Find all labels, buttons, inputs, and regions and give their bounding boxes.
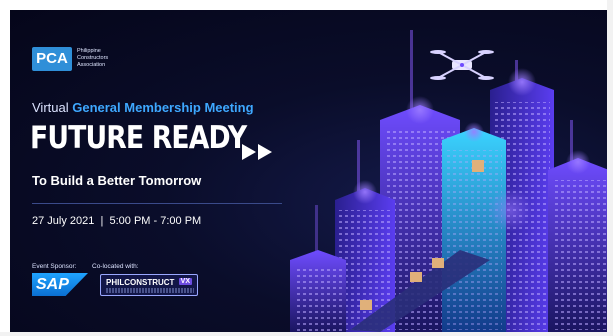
datetime-separator: | [100,215,104,227]
event-datetime: 27 July 2021 | 5:00 PM - 7:00 PM [32,215,201,227]
philconstruct-fineprint [106,288,194,293]
event-tagline: To Build a Better Tomorrow [32,173,202,188]
event-date: 27 July 2021 [32,215,95,227]
divider [32,203,282,204]
drone-icon [430,50,494,80]
philconstruct-name: PHILCONSTRUCT [106,278,175,287]
sap-logo: SAP [32,273,88,296]
event-time: 5:00 PM - 7:00 PM [109,215,202,227]
event-prefix: Virtual [32,100,73,115]
event-banner: PCA Philippine Constructors Association … [10,10,609,332]
organization-name: Philippine Constructors Association [77,48,147,69]
philconstruct-badge: VX [178,278,192,285]
frame-margin-bottom [0,332,613,336]
sponsor-label: Event Sponsor: [32,263,77,270]
frame-margin-right [607,0,613,336]
organization-name-line-1: Philippine [77,48,101,54]
pca-logo: PCA [32,47,72,71]
organization-name-line-3: Association [77,62,106,68]
event-name: General Membership Meeting [72,100,254,115]
colocated-label: Co-located with: [92,263,139,270]
philconstruct-logo: PHILCONSTRUCT VX [100,274,198,296]
event-headline: FUTURE READY [30,120,247,156]
organization-name-line-2: Constructors [77,55,109,61]
city-illustration [290,30,609,332]
event-subtitle: Virtual General Membership Meeting [32,100,254,115]
